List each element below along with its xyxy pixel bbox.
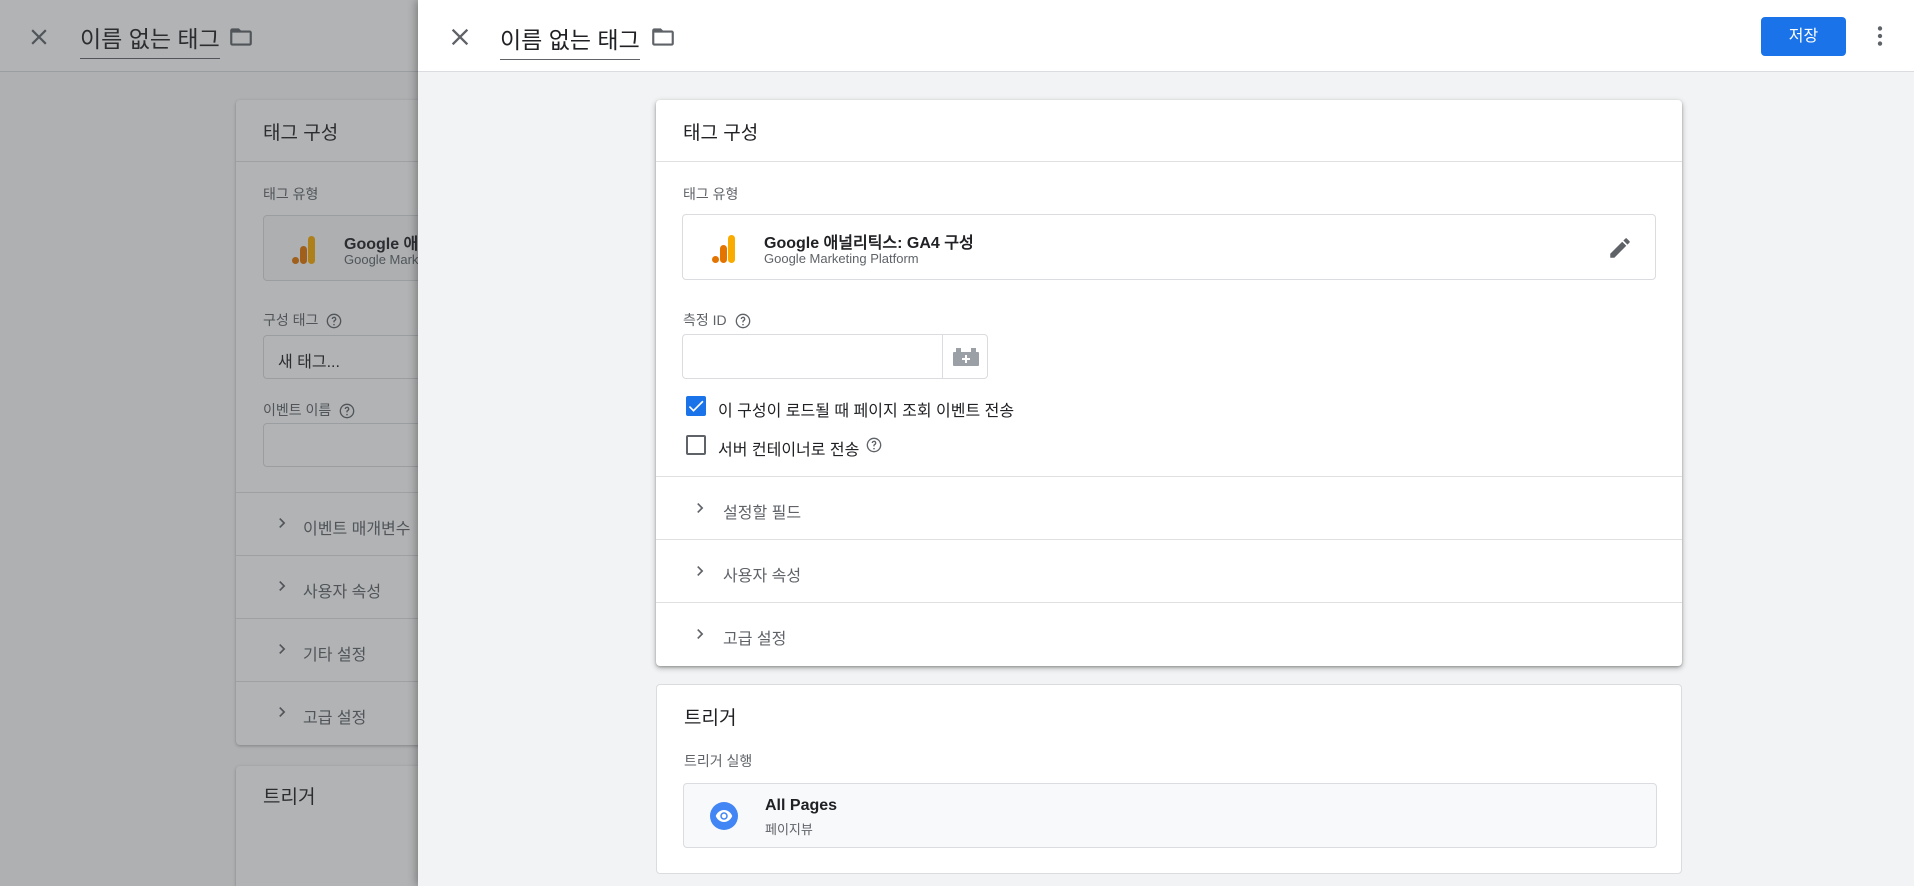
trigger-name: All Pages bbox=[765, 797, 838, 814]
check-icon bbox=[688, 400, 704, 412]
trigger-type: 페이지뷰 bbox=[765, 822, 813, 837]
editor-topbar: 이름 없는 태그 저장 bbox=[418, 0, 1914, 72]
send-server-label: 서버 컨테이너로 전송 bbox=[718, 442, 860, 459]
send-server-checkbox[interactable] bbox=[686, 435, 706, 455]
chevron-right-icon bbox=[697, 503, 704, 513]
tag-config-card: 태그 구성 태그 유형 Google 애널리틱스: GA4 구성 Google … bbox=[656, 100, 1682, 666]
section-user-properties[interactable]: 사용자 속성 bbox=[656, 539, 1682, 602]
send-pageview-label: 이 구성이 로드될 때 페이지 조회 이벤트 전송 bbox=[718, 403, 1015, 420]
variable-brick-icon bbox=[953, 348, 979, 366]
section-fields-to-set[interactable]: 설정할 필드 bbox=[656, 476, 1682, 539]
section-label: 설정할 필드 bbox=[723, 505, 802, 522]
tag-editor-panel: 이름 없는 태그 저장 태그 구성 태그 유형 Google 애널리틱스: GA… bbox=[418, 0, 1914, 886]
chevron-right-icon bbox=[697, 629, 704, 639]
close-icon[interactable] bbox=[446, 23, 474, 51]
tag-title[interactable]: 이름 없는 태그 bbox=[500, 21, 640, 60]
eye-icon bbox=[710, 802, 738, 830]
measurement-id-input[interactable] bbox=[682, 334, 942, 379]
folder-icon[interactable] bbox=[650, 24, 676, 50]
pencil-icon[interactable] bbox=[1607, 235, 1633, 261]
help-circle-icon[interactable] bbox=[735, 313, 751, 329]
help-circle-icon[interactable] bbox=[866, 437, 882, 453]
measurement-id-label: 측정 ID bbox=[683, 310, 751, 330]
send-pageview-checkbox[interactable] bbox=[686, 396, 706, 416]
trigger-item-all-pages[interactable]: All Pages 페이지뷰 bbox=[683, 783, 1657, 848]
tag-type-vendor: Google Marketing Platform bbox=[764, 251, 919, 266]
section-label: 사용자 속성 bbox=[723, 568, 802, 585]
save-button[interactable]: 저장 bbox=[1761, 17, 1846, 56]
tag-type-label: 태그 유형 bbox=[683, 186, 739, 202]
section-label: 고급 설정 bbox=[723, 631, 787, 648]
tag-type-name: Google 애널리틱스: GA4 구성 bbox=[764, 235, 974, 252]
tag-config-heading: 태그 구성 bbox=[656, 100, 1682, 162]
chevron-right-icon bbox=[697, 566, 704, 576]
section-advanced-settings[interactable]: 고급 설정 bbox=[656, 602, 1682, 665]
trigger-card[interactable]: 트리거 트리거 실행 All Pages 페이지뷰 bbox=[656, 684, 1682, 874]
variable-picker-button[interactable] bbox=[942, 334, 988, 379]
firing-triggers-label: 트리거 실행 bbox=[684, 753, 753, 769]
trigger-heading: 트리거 bbox=[684, 708, 737, 729]
more-vert-icon[interactable] bbox=[1867, 23, 1893, 49]
tag-type-selector[interactable]: Google 애널리틱스: GA4 구성 Google Marketing Pl… bbox=[682, 214, 1656, 280]
google-analytics-icon bbox=[712, 235, 735, 263]
